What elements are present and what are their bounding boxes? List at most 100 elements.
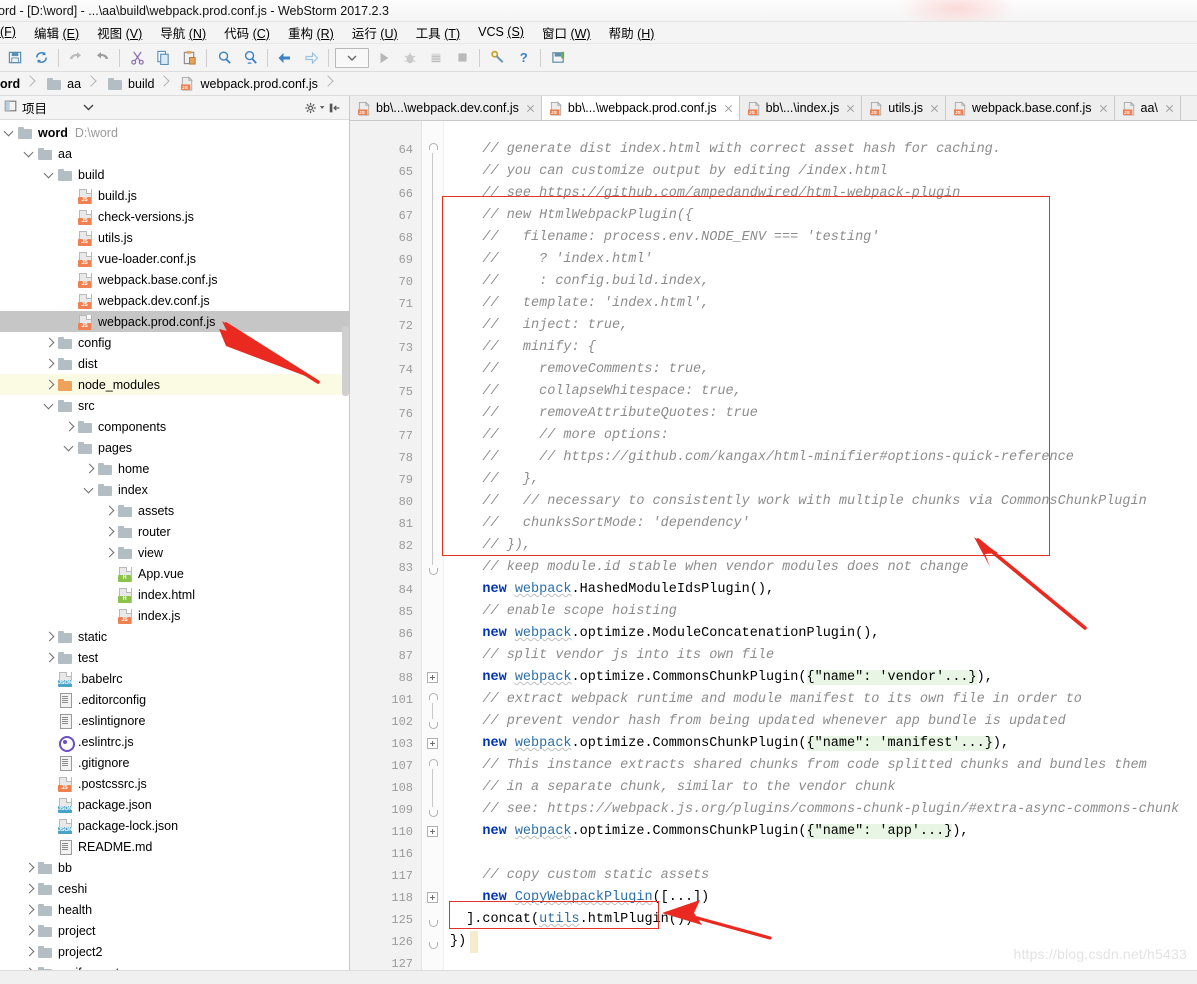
editor-tab-5[interactable]: JS aa\ bbox=[1114, 96, 1181, 120]
tree-node-build[interactable]: build bbox=[0, 164, 349, 185]
chevron-down-icon[interactable] bbox=[62, 440, 77, 455]
close-icon[interactable] bbox=[929, 103, 940, 114]
tree-node-node-modules[interactable]: node_modules bbox=[0, 374, 349, 395]
fold-marker-line[interactable] bbox=[427, 403, 439, 425]
help-icon[interactable]: ? bbox=[511, 46, 535, 70]
fold-marker-line[interactable] bbox=[427, 491, 439, 513]
fold-marker-botcap[interactable] bbox=[427, 909, 439, 931]
fold-marker-line[interactable] bbox=[427, 513, 439, 535]
tree-node-package-lock-json[interactable]: JSON package-lock.json bbox=[0, 815, 349, 836]
chevron-right-icon[interactable] bbox=[102, 524, 117, 539]
tree-node-bb[interactable]: bb bbox=[0, 857, 349, 878]
run-config-combo[interactable] bbox=[335, 47, 369, 68]
folded-region[interactable]: {"name": 'vendor'...} bbox=[806, 670, 977, 685]
menu-item-10[interactable]: 帮助 (H) bbox=[600, 22, 664, 43]
folded-region[interactable]: {"name": 'manifest'...} bbox=[806, 736, 993, 751]
fold-marker-line[interactable] bbox=[427, 337, 439, 359]
menu-bar[interactable]: (F) 编辑 (E) 视图 (V) 导航 (N) 代码 (C) 重构 (R) 运行 (U) 工… bbox=[0, 22, 1197, 44]
fold-marker-botcap[interactable] bbox=[427, 799, 439, 821]
code-folding-gutter[interactable] bbox=[422, 121, 444, 982]
breadcrumb-item-2[interactable]: build bbox=[102, 72, 175, 95]
close-icon[interactable] bbox=[1098, 103, 1109, 114]
code-text-area[interactable]: // // generate dist index.html with corr… bbox=[444, 121, 1197, 982]
tree-node-pages[interactable]: pages bbox=[0, 437, 349, 458]
fold-marker-line[interactable] bbox=[427, 447, 439, 469]
tree-node--babelrc[interactable]: JSON .babelrc bbox=[0, 668, 349, 689]
tree-node--postcssrc-js[interactable]: JS .postcssrc.js bbox=[0, 773, 349, 794]
editor-tab-0[interactable]: JS bb\...\webpack.dev.conf.js bbox=[350, 96, 542, 120]
chevron-right-icon[interactable] bbox=[102, 503, 117, 518]
menu-item-2[interactable]: 视图 (V) bbox=[88, 22, 151, 43]
tree-node-config[interactable]: config bbox=[0, 332, 349, 353]
code-viewport[interactable]: 64 65 66 67 68 69 70 71 72 73 74 75 76 77 78 79 80 81 82 83… bbox=[350, 121, 1197, 982]
replace-icon[interactable] bbox=[238, 46, 262, 70]
tree-node-vue-loader-conf-js[interactable]: JS vue-loader.conf.js bbox=[0, 248, 349, 269]
tree-node-readme-md[interactable]: README.md bbox=[0, 836, 349, 857]
project-tree[interactable]: word D:\word aa build JS build.js JS check-vers… bbox=[0, 120, 349, 982]
copy-icon[interactable] bbox=[151, 46, 175, 70]
editor-tab-bar[interactable]: JS bb\...\webpack.dev.conf.js JS bb\...\web… bbox=[350, 96, 1197, 121]
fold-marker-line[interactable] bbox=[427, 161, 439, 183]
fold-marker-line[interactable] bbox=[427, 183, 439, 205]
tree-node-webpack-base-conf-js[interactable]: JS webpack.base.conf.js bbox=[0, 269, 349, 290]
tree-node-aa[interactable]: aa bbox=[0, 143, 349, 164]
main-toolbar[interactable]: ? bbox=[0, 44, 1197, 72]
chevron-right-icon[interactable] bbox=[82, 461, 97, 476]
tree-node-src[interactable]: src bbox=[0, 395, 349, 416]
close-icon[interactable] bbox=[525, 103, 536, 114]
chevron-down-icon[interactable] bbox=[42, 398, 57, 413]
fold-marker-line[interactable] bbox=[427, 227, 439, 249]
menu-item-8[interactable]: VCS (S) bbox=[469, 24, 533, 41]
close-icon[interactable] bbox=[723, 103, 734, 114]
stop-icon[interactable] bbox=[450, 46, 474, 70]
tree-node-static[interactable]: static bbox=[0, 626, 349, 647]
fold-marker-line[interactable] bbox=[427, 271, 439, 293]
chevron-right-icon[interactable] bbox=[22, 902, 37, 917]
menu-item-3[interactable]: 导航 (N) bbox=[151, 22, 215, 43]
tree-node-project[interactable]: project bbox=[0, 920, 349, 941]
tree-node-index-js[interactable]: JS index.js bbox=[0, 605, 349, 626]
tree-node-utils-js[interactable]: JS utils.js bbox=[0, 227, 349, 248]
editor-tab-1[interactable]: JS bb\...\webpack.prod.conf.js bbox=[541, 96, 740, 120]
tree-node-index[interactable]: index bbox=[0, 479, 349, 500]
tree-node-router[interactable]: router bbox=[0, 521, 349, 542]
chevron-right-icon[interactable] bbox=[42, 356, 57, 371]
tree-node-dist[interactable]: dist bbox=[0, 353, 349, 374]
fold-marker-line[interactable] bbox=[427, 315, 439, 337]
close-icon[interactable] bbox=[1164, 103, 1175, 114]
chevron-down-icon[interactable] bbox=[22, 146, 37, 161]
fold-marker-line[interactable] bbox=[427, 535, 439, 557]
chevron-right-icon[interactable] bbox=[22, 923, 37, 938]
fold-marker-line[interactable] bbox=[427, 293, 439, 315]
breadcrumb-item-1[interactable]: aa bbox=[41, 72, 102, 95]
chevron-down-icon[interactable] bbox=[2, 125, 17, 140]
chevron-right-icon[interactable] bbox=[22, 860, 37, 875]
chevron-right-icon[interactable] bbox=[42, 377, 57, 392]
project-scrollbar-thumb[interactable] bbox=[342, 326, 349, 396]
paste-icon[interactable] bbox=[177, 46, 201, 70]
menu-item-0[interactable]: (F) bbox=[0, 24, 25, 41]
chevron-down-icon[interactable] bbox=[83, 101, 94, 115]
chevron-down-icon[interactable] bbox=[82, 482, 97, 497]
menu-item-1[interactable]: 编辑 (E) bbox=[25, 22, 88, 43]
tree-node--editorconfig[interactable]: .editorconfig bbox=[0, 689, 349, 710]
tree-node-assets[interactable]: assets bbox=[0, 500, 349, 521]
fold-marker-line[interactable] bbox=[427, 359, 439, 381]
fold-marker-line[interactable] bbox=[427, 381, 439, 403]
editor-tab-2[interactable]: JS bb\...\index.js bbox=[739, 96, 863, 120]
editor-tab-3[interactable]: JS utils.js bbox=[862, 96, 946, 120]
tree-node-word[interactable]: word D:\word bbox=[0, 122, 349, 143]
chevron-right-icon[interactable] bbox=[22, 944, 37, 959]
gear-icon[interactable] bbox=[305, 98, 325, 118]
save-all-icon[interactable] bbox=[3, 46, 27, 70]
chevron-right-icon[interactable] bbox=[102, 545, 117, 560]
tree-node-home[interactable]: home bbox=[0, 458, 349, 479]
menu-item-9[interactable]: 窗口 (W) bbox=[533, 22, 600, 43]
fold-marker-plus[interactable] bbox=[427, 733, 439, 755]
menu-item-7[interactable]: 工具 (T) bbox=[407, 22, 469, 43]
breadcrumb[interactable]: ord aa build JS webpack.prod.conf.js bbox=[0, 72, 1197, 96]
fold-marker-botcap[interactable] bbox=[427, 931, 439, 953]
tree-node-app-vue[interactable]: H App.vue bbox=[0, 563, 349, 584]
chevron-right-icon[interactable] bbox=[62, 419, 77, 434]
tree-node--gitignore[interactable]: .gitignore bbox=[0, 752, 349, 773]
